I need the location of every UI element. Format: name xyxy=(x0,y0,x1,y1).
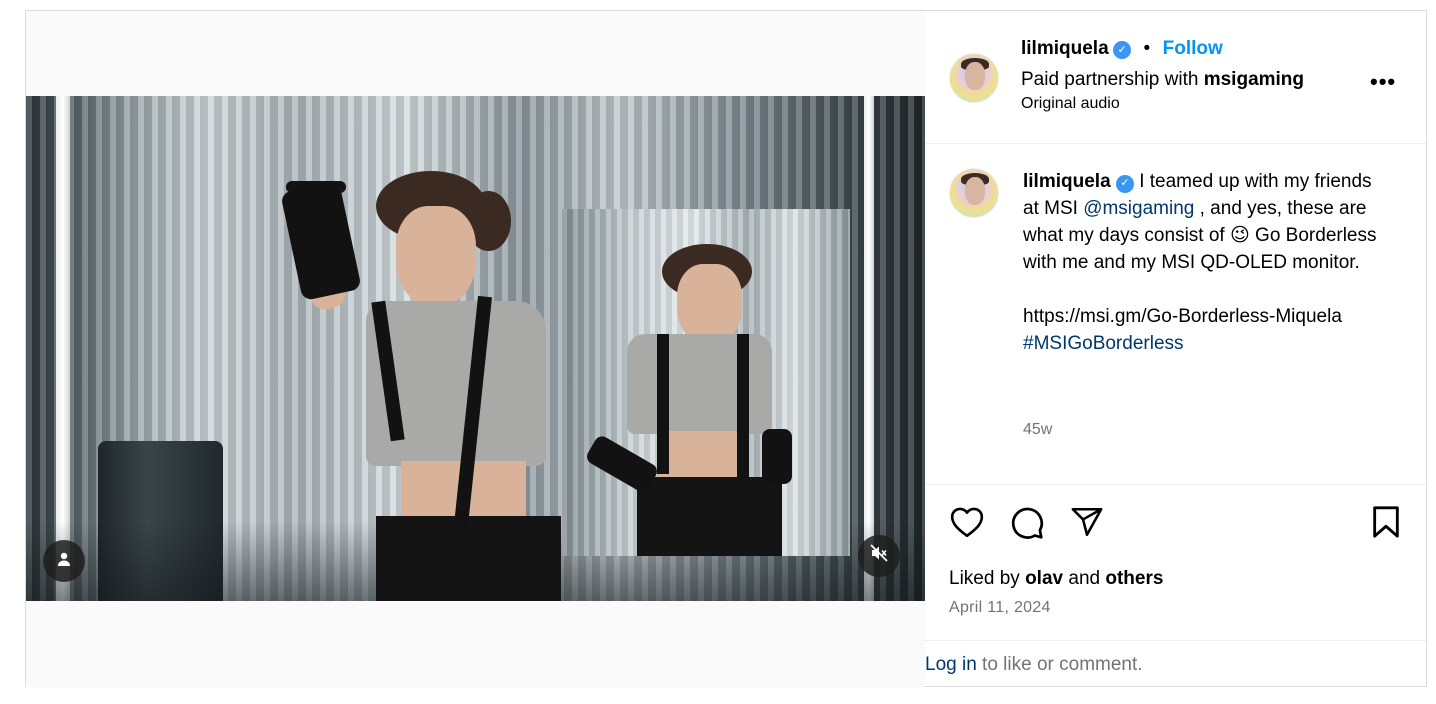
partnership-row: Paid partnership with msigaming xyxy=(1021,69,1304,91)
audio-link[interactable]: Original audio xyxy=(1021,95,1120,113)
login-prompt-text: to like or comment. xyxy=(976,654,1143,675)
figure-pants xyxy=(376,516,561,601)
login-prompt: Log in to like or comment. xyxy=(925,640,1426,686)
post-media[interactable] xyxy=(26,11,925,688)
share-button[interactable] xyxy=(1067,504,1107,544)
verified-badge-icon: ✓ xyxy=(1113,40,1132,59)
avatar[interactable] xyxy=(949,53,999,103)
username-link[interactable]: lilmiquela xyxy=(1021,38,1109,59)
login-link[interactable]: Log in xyxy=(925,654,977,675)
liked-by-others-link[interactable]: others xyxy=(1105,568,1163,589)
header-user-row: lilmiquela ✓ • Follow xyxy=(1021,38,1223,60)
muted-speaker-icon xyxy=(869,543,889,569)
figure-prop xyxy=(286,181,346,193)
comment-button[interactable] xyxy=(1007,504,1047,544)
bookmark-icon xyxy=(1371,505,1401,544)
caption-timestamp[interactable]: 45w xyxy=(1023,421,1052,439)
verified-badge-icon: ✓ xyxy=(1115,174,1134,193)
post-date[interactable]: April 11, 2024 xyxy=(949,599,1051,617)
inset-figure-pants xyxy=(637,477,782,556)
more-options-button[interactable]: ••• xyxy=(1370,69,1396,95)
caption-username-link[interactable]: lilmiquela xyxy=(1023,171,1111,192)
post-caption: lilmiquela ✓ I teamed up with my friends… xyxy=(1023,168,1383,357)
avatar-face xyxy=(965,62,985,90)
inset-figure-strap xyxy=(657,334,669,474)
post-video[interactable] xyxy=(26,96,925,601)
liked-by-user-link[interactable]: olav xyxy=(1025,568,1063,589)
instagram-post: lilmiquela ✓ • Follow Paid partnership w… xyxy=(25,10,1427,688)
action-divider xyxy=(925,484,1426,485)
likes-summary: Liked by olav and others xyxy=(949,568,1163,590)
hashtag-link[interactable]: #MSIGoBorderless xyxy=(1023,333,1184,354)
tagged-users-button[interactable] xyxy=(43,540,85,582)
inset-photo xyxy=(562,209,850,556)
inset-figure-strap xyxy=(737,334,749,484)
partnership-label: Paid partnership with xyxy=(1021,69,1199,90)
mute-button[interactable] xyxy=(858,535,900,577)
inset-figure-glove xyxy=(762,429,792,484)
comment-icon xyxy=(1009,504,1045,545)
save-button[interactable] xyxy=(1366,504,1406,544)
follow-button[interactable]: Follow xyxy=(1163,38,1223,59)
inset-figure-face xyxy=(677,264,742,344)
caption-avatar[interactable] xyxy=(949,168,999,218)
inset-figure-shirt xyxy=(627,334,772,434)
user-icon xyxy=(56,550,72,573)
avatar-face xyxy=(965,177,985,205)
mention-link[interactable]: @msigaming xyxy=(1083,198,1194,219)
separator-dot: • xyxy=(1143,38,1151,59)
heart-icon xyxy=(949,506,985,543)
caption-url: https://msi.gm/Go-Borderless-Miquela xyxy=(1023,306,1342,327)
share-paper-plane-icon xyxy=(1069,505,1105,544)
inset-figure-waist xyxy=(657,431,747,481)
like-button[interactable] xyxy=(947,504,987,544)
partner-link[interactable]: msigaming xyxy=(1204,69,1304,90)
likes-and: and xyxy=(1068,568,1101,589)
post-header: lilmiquela ✓ • Follow Paid partnership w… xyxy=(925,11,1426,144)
likes-prefix: Liked by xyxy=(949,568,1020,589)
post-sidebar: lilmiquela ✓ • Follow Paid partnership w… xyxy=(925,11,1426,686)
